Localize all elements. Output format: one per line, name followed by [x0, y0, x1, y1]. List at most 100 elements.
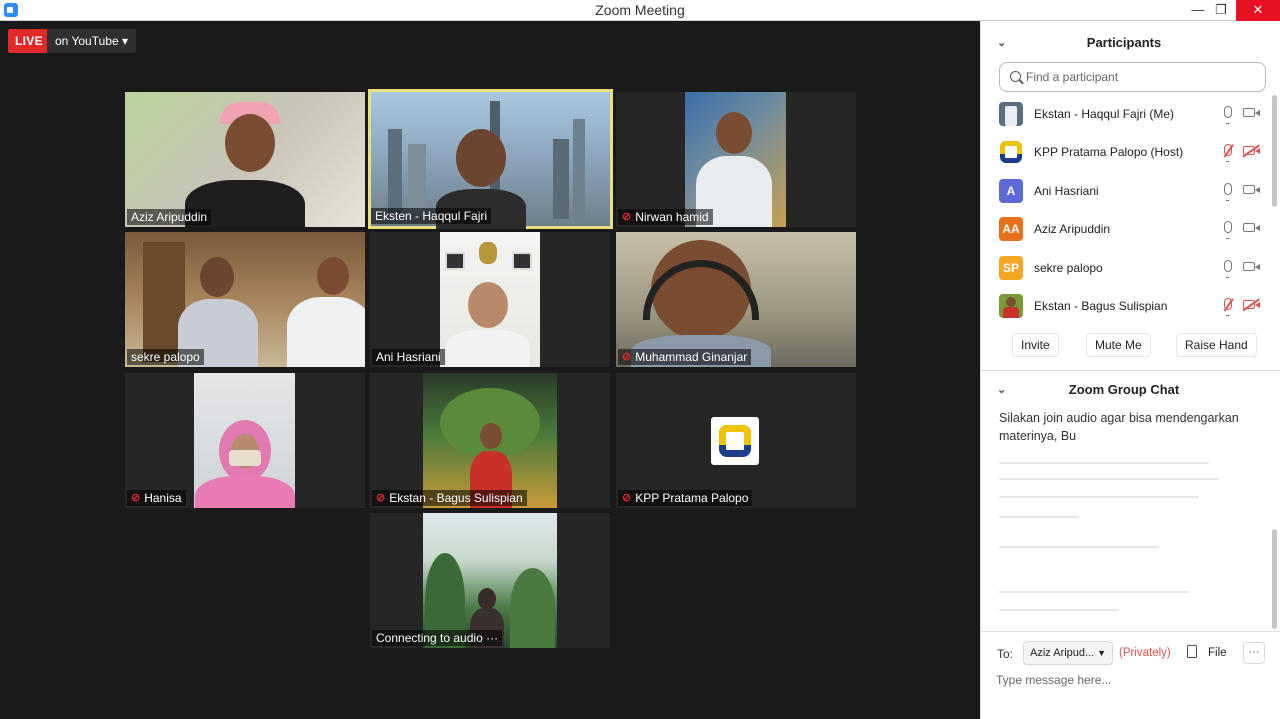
window-title: Zoom Meeting — [595, 2, 685, 18]
redacted-chat-line — [999, 478, 1219, 480]
recipient-value: Aziz Aripud... — [1030, 647, 1095, 659]
participant-name: Ekstan - Bagus Sulispian — [1034, 298, 1168, 313]
side-panel: ⌄ Participants Ekstan - Haqqul Fajri (Me… — [980, 21, 1280, 719]
chat-message-input[interactable] — [996, 669, 1266, 691]
redacted-chat-line — [999, 462, 1209, 464]
file-icon[interactable] — [1187, 645, 1197, 658]
video-tile[interactable]: ⊘ KPP Pratama Palopo — [616, 373, 856, 508]
to-label: To: — [997, 647, 1014, 661]
tile-name-label: ⊘ Muhammad Ginanjar — [618, 349, 752, 365]
microphone-icon[interactable] — [1224, 221, 1232, 240]
video-tile[interactable]: ⊘ Ekstan - Bagus Sulispian — [370, 373, 610, 508]
live-destination-dropdown[interactable]: on YouTube ▾ — [47, 29, 136, 53]
avatar — [999, 140, 1023, 165]
search-input[interactable] — [1026, 67, 1256, 87]
participant-name: Aziz Aripuddin — [1034, 222, 1111, 237]
microphone-muted-icon: ⊘ — [622, 492, 632, 504]
chevron-down-icon: ▾ — [121, 34, 128, 48]
chevron-down-icon[interactable]: ⌄ — [997, 384, 1006, 396]
participants-title: Participants — [1086, 35, 1162, 50]
microphone-muted-icon: ⊘ — [622, 211, 632, 223]
participant-name: Ani Hasriani — [1034, 183, 1099, 198]
chevron-down-icon[interactable]: ⌄ — [997, 37, 1006, 49]
tile-name-label: Connecting to audio ··· — [372, 630, 503, 646]
title-bar: Zoom Meeting — ❐ ✕ — [0, 0, 1280, 21]
video-tile[interactable]: sekre palopo — [125, 232, 365, 367]
video-camera-icon[interactable] — [1243, 223, 1260, 233]
microphone-muted-icon: ⊘ — [622, 351, 632, 363]
raise-hand-button[interactable]: Raise Hand — [1176, 333, 1257, 357]
participant-row[interactable]: AA Aziz Aripuddin — [981, 210, 1269, 248]
mute-me-button[interactable]: Mute Me — [1086, 333, 1151, 357]
live-badge: LIVE — [8, 29, 50, 53]
tile-name-label: ⊘ KPP Pratama Palopo — [618, 490, 753, 506]
redacted-chat-line — [999, 609, 1119, 611]
avatar: A — [999, 178, 1023, 203]
video-tile[interactable]: Connecting to audio ··· — [370, 513, 610, 648]
participant-search[interactable] — [999, 62, 1266, 92]
microphone-icon[interactable] — [1224, 182, 1232, 201]
participants-header: ⌄ Participants — [981, 30, 1267, 56]
microphone-muted-icon[interactable] — [1224, 297, 1232, 316]
redacted-chat-line — [999, 516, 1079, 518]
tile-name-label: sekre palopo — [127, 349, 204, 365]
tile-name-label: ⊘ Nirwan hamid — [618, 209, 713, 225]
video-camera-off-icon[interactable] — [1243, 146, 1260, 156]
video-tile[interactable]: Ani Hasriani — [370, 232, 610, 367]
recipient-select[interactable]: Aziz Aripud... ▼ — [1023, 641, 1113, 665]
video-tile[interactable]: ⊘ Hanisa — [125, 373, 365, 508]
maximize-button[interactable]: ❐ — [1206, 0, 1236, 21]
video-tile[interactable]: ⊘ Nirwan hamid — [616, 92, 856, 227]
redacted-chat-line — [999, 591, 1189, 593]
tile-name-label: Aziz Aripuddin — [127, 209, 212, 225]
live-destination-label: on YouTube — [55, 34, 119, 48]
avatar — [999, 102, 1023, 126]
video-camera-off-icon[interactable] — [1243, 299, 1260, 309]
participant-row[interactable]: KPP Pratama Palopo (Host) — [981, 133, 1269, 171]
participant-row[interactable]: Ekstan - Haqqul Fajri (Me) — [981, 95, 1269, 133]
panel-divider — [981, 631, 1280, 632]
chat-scrollbar[interactable] — [1272, 529, 1277, 629]
participant-row[interactable]: SP sekre palopo — [981, 249, 1269, 287]
participant-row[interactable]: A Ani Hasriani — [981, 172, 1269, 210]
avatar: AA — [999, 217, 1023, 242]
tile-name-label: ⊘ Ekstan - Bagus Sulispian — [372, 490, 527, 506]
participant-row[interactable]: Ekstan - Bagus Sulispian — [981, 287, 1269, 325]
avatar — [999, 293, 1023, 318]
participant-list: Ekstan - Haqqul Fajri (Me) KPP Pratama P… — [981, 95, 1269, 325]
file-button[interactable]: File — [1208, 647, 1227, 659]
participant-name: sekre palopo — [1034, 260, 1103, 275]
chat-header: ⌄ Zoom Group Chat — [981, 377, 1267, 403]
invite-button[interactable]: Invite — [1012, 333, 1059, 357]
tile-name-label: ⊘ Hanisa — [127, 490, 186, 506]
tile-name-label: Eksten - Haqqul Fajri — [371, 208, 492, 224]
microphone-muted-icon: ⊘ — [376, 492, 386, 504]
redacted-chat-line — [999, 496, 1199, 498]
close-button[interactable]: ✕ — [1236, 0, 1280, 21]
chat-message: Silakan join audio agar bisa mendengarka… — [999, 411, 1239, 443]
microphone-muted-icon: ⊘ — [131, 492, 141, 504]
microphone-icon[interactable] — [1224, 106, 1232, 124]
participants-scrollbar[interactable] — [1272, 95, 1277, 207]
microphone-muted-icon[interactable] — [1224, 144, 1232, 163]
video-tile[interactable]: ⊘ Muhammad Ginanjar — [616, 232, 856, 367]
participant-actions: Invite Mute Me Raise Hand — [981, 333, 1269, 357]
tile-name-label: Ani Hasriani — [372, 349, 445, 365]
more-options-button[interactable]: ··· — [1243, 642, 1265, 664]
video-gallery: LIVE on YouTube ▾ Aziz Aripuddin Eksten … — [0, 21, 980, 719]
redacted-chat-line — [999, 546, 1159, 548]
video-camera-icon[interactable] — [1243, 261, 1260, 271]
video-camera-icon[interactable] — [1243, 108, 1260, 117]
avatar: SP — [999, 255, 1023, 280]
chevron-down-icon: ▼ — [1097, 648, 1106, 658]
privately-label: (Privately) — [1119, 647, 1171, 659]
microphone-icon[interactable] — [1224, 259, 1232, 278]
video-camera-icon[interactable] — [1243, 184, 1260, 194]
video-tile[interactable]: Aziz Aripuddin — [125, 92, 365, 227]
chat-title: Zoom Group Chat — [1068, 382, 1180, 397]
video-tile-active-speaker[interactable]: Eksten - Haqqul Fajri — [368, 89, 613, 229]
panel-divider — [981, 370, 1280, 371]
search-icon — [1010, 71, 1021, 82]
kpp-logo-icon — [711, 417, 759, 465]
participant-name: Ekstan - Haqqul Fajri (Me) — [1034, 107, 1175, 121]
